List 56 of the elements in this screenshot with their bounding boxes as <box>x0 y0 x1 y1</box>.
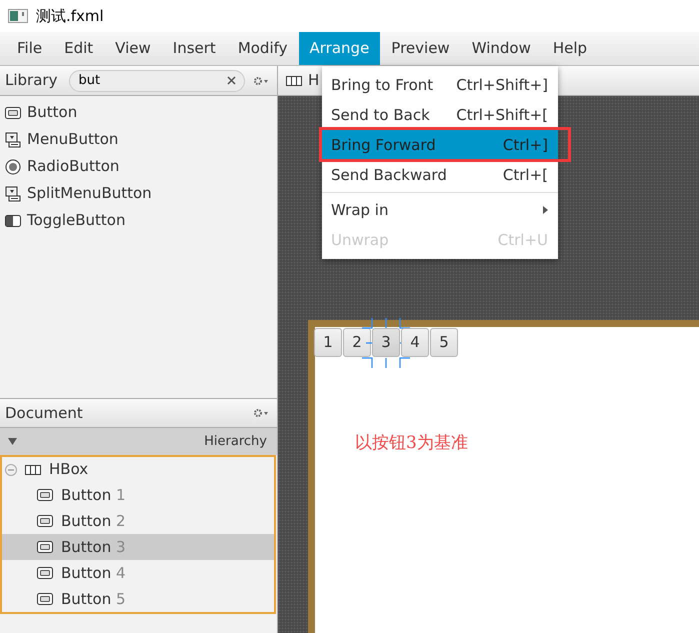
hbox-icon <box>286 76 302 86</box>
ok-icon <box>5 106 21 118</box>
tree-item[interactable]: Button 4 <box>2 560 274 586</box>
submenu-arrow-icon <box>543 206 548 214</box>
annotation-text: 以按钮3为基准 <box>355 432 469 455</box>
hbox-icon <box>25 464 41 474</box>
selection-handles-icon <box>362 318 410 368</box>
collapse-icon[interactable] <box>8 438 17 445</box>
library-item[interactable]: RadioButton <box>0 153 277 180</box>
library-item[interactable]: MenuButton <box>0 126 277 153</box>
tree-item[interactable]: Button 5 <box>2 586 274 612</box>
settings-icon[interactable] <box>253 408 269 418</box>
menu-option[interactable]: Send to Back Ctrl+Shift+[ <box>322 100 558 130</box>
library-item[interactable]: ToggleButton <box>0 207 277 234</box>
radio-icon <box>5 158 21 174</box>
app-icon <box>8 9 28 23</box>
menu-item[interactable]: Help <box>542 32 598 65</box>
tree-item[interactable]: Button 2 <box>2 508 274 534</box>
menu-item[interactable]: View <box>104 32 162 65</box>
canvas-button[interactable]: 4 <box>401 328 429 357</box>
ok-icon <box>37 593 53 605</box>
library-item[interactable]: Button <box>0 99 277 126</box>
menu-option[interactable]: Bring to Front Ctrl+Shift+] <box>322 70 558 100</box>
menu-option[interactable]: Bring Forward Ctrl+] <box>322 130 558 160</box>
canvas-button[interactable]: 1 <box>314 328 342 357</box>
ok-icon <box>37 567 53 579</box>
ok-icon <box>37 489 53 501</box>
tab[interactable]: H <box>308 69 320 92</box>
tree-item[interactable]: HBox <box>2 457 274 482</box>
panel-title: Document <box>5 402 83 424</box>
toggle-icon <box>5 214 21 226</box>
canvas-button[interactable]: 5 <box>430 328 458 357</box>
menu-button-icon <box>5 132 21 148</box>
ok-icon <box>37 541 53 553</box>
search-field[interactable]: but <box>69 70 245 92</box>
ok-icon <box>37 515 53 527</box>
collapse-icon[interactable] <box>5 464 17 476</box>
menu-item[interactable]: Modify <box>226 32 299 65</box>
clear-icon[interactable] <box>227 76 236 85</box>
menu-button-icon <box>5 186 21 202</box>
canvas-button[interactable]: 3 <box>372 328 400 357</box>
panel-title: Library <box>5 70 58 92</box>
menu-option[interactable]: Wrap in <box>322 195 558 225</box>
menu-item[interactable]: Window <box>460 32 542 65</box>
menu-item[interactable]: Insert <box>162 32 227 65</box>
library-item[interactable]: SplitMenuButton <box>0 180 277 207</box>
menu-item[interactable]: Preview <box>380 32 461 65</box>
menu-item[interactable]: File <box>6 32 54 65</box>
tree-item[interactable]: Button 3 <box>2 534 274 560</box>
menu-option[interactable]: Send Backward Ctrl+[ <box>322 160 558 190</box>
settings-icon[interactable] <box>253 76 269 86</box>
column-header: Hierarchy <box>204 432 267 451</box>
tree-item[interactable]: Button 1 <box>2 482 274 508</box>
window-title: 测试.fxml <box>36 6 104 27</box>
canvas-button[interactable]: 2 <box>343 328 371 357</box>
menu-item[interactable]: Edit <box>53 32 104 65</box>
